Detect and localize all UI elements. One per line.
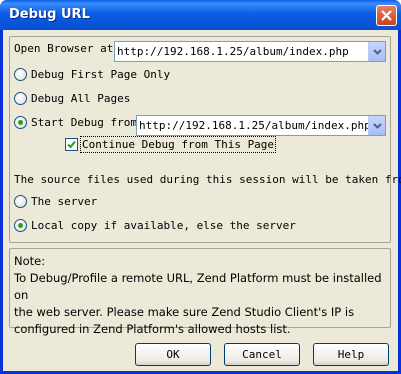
open-browser-url-combo[interactable]: http://192.168.1.25/album/index.php	[114, 41, 386, 62]
option-start-debug-from[interactable]: Start Debug from:	[14, 116, 144, 129]
start-debug-url-combo[interactable]: http://192.168.1.25/album/index.php	[136, 115, 386, 136]
source-server-radio[interactable]	[14, 195, 27, 208]
start-debug-from-radio[interactable]	[14, 116, 27, 129]
note-line-2: the web server. Please make sure Zend St…	[14, 305, 355, 319]
debug-options-group: Open Browser at: http://192.168.1.25/alb…	[9, 36, 401, 243]
note-group: Note: To Debug/Profile a remote URL, Zen…	[9, 248, 391, 336]
continue-debug-checkbox[interactable]	[65, 138, 78, 151]
note-heading: Note:	[14, 254, 46, 268]
note-line-3: configured in Zend Platform's allowed ho…	[14, 322, 291, 336]
close-button[interactable]	[376, 5, 397, 26]
option-all-pages[interactable]: Debug All Pages	[14, 92, 130, 105]
all-pages-radio[interactable]	[14, 92, 27, 105]
source-caption-row: The source files used during this sessio…	[14, 173, 401, 186]
source-caption: The source files used during this sessio…	[14, 173, 401, 186]
source-local-copy-option[interactable]: Local copy if available, else the server	[14, 219, 296, 232]
all-pages-label: Debug All Pages	[31, 92, 131, 105]
first-page-only-radio[interactable]	[14, 68, 27, 81]
open-browser-dropdown-button[interactable]	[368, 42, 385, 61]
continue-debug-row[interactable]: Continue Debug from This Page	[65, 136, 277, 153]
open-browser-label: Open Browser at:	[14, 42, 120, 55]
start-debug-url-value: http://192.168.1.25/album/index.php	[139, 119, 368, 132]
source-server-option[interactable]: The server	[14, 195, 97, 208]
note-line-1: To Debug/Profile a remote URL, Zend Plat…	[14, 271, 382, 302]
ok-button[interactable]: OK	[135, 343, 211, 366]
close-icon	[381, 10, 392, 21]
first-page-only-label: Debug First Page Only	[31, 68, 171, 81]
source-server-label: The server	[31, 195, 98, 208]
chevron-down-icon	[372, 122, 382, 129]
help-button[interactable]: Help	[313, 343, 389, 366]
chevron-down-icon	[372, 48, 382, 55]
option-first-page-only[interactable]: Debug First Page Only	[14, 68, 170, 81]
dialog-title: Debug URL	[9, 7, 90, 22]
title-bar: Debug URL	[0, 0, 401, 30]
checkmark-icon	[67, 140, 76, 149]
open-browser-row: Open Browser at:	[14, 42, 120, 55]
note-text: Note: To Debug/Profile a remote URL, Zen…	[14, 253, 390, 338]
cancel-button[interactable]: Cancel	[224, 343, 300, 366]
source-local-copy-radio[interactable]	[14, 219, 27, 232]
continue-debug-label: Continue Debug from This Page	[79, 136, 277, 153]
start-debug-from-label: Start Debug from:	[31, 116, 144, 129]
debug-url-dialog: Debug URL Open Browser at: http://192.16…	[0, 0, 401, 374]
start-debug-dropdown-button[interactable]	[368, 116, 385, 135]
dialog-body: Open Browser at: http://192.168.1.25/alb…	[3, 30, 401, 371]
source-local-copy-label: Local copy if available, else the server	[31, 219, 296, 232]
open-browser-url-value: http://192.168.1.25/album/index.php	[117, 45, 349, 58]
